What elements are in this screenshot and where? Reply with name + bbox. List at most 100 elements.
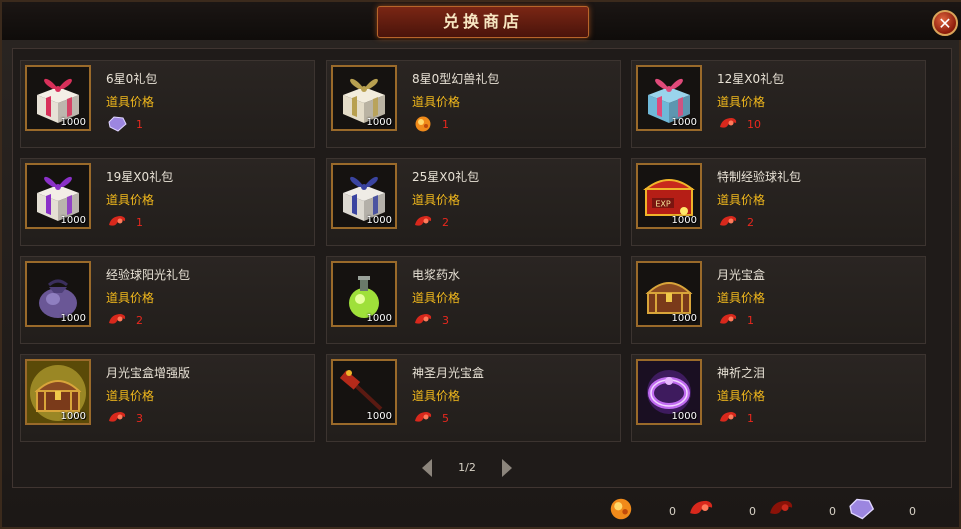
balance-value: 0 — [829, 505, 836, 518]
blue-pink-gift-box-icon[interactable]: 1000 — [636, 65, 702, 131]
item-quantity: 1000 — [366, 215, 392, 226]
item-quantity: 1000 — [671, 313, 697, 324]
currency-balances: 0 0 0 0 — [602, 496, 952, 526]
item-quantity: 1000 — [60, 215, 86, 226]
item-price: 1 — [747, 412, 754, 425]
item-name: 经验球阳光礼包 — [106, 268, 191, 282]
price-label: 道具价格 — [717, 95, 766, 109]
shop-item-card[interactable]: 1000 经验球阳光礼包 道具价格 2 — [20, 256, 315, 344]
red-claw-icon — [412, 213, 434, 231]
orange-gem-icon — [412, 115, 434, 133]
price-label: 道具价格 — [106, 389, 155, 403]
item-quantity: 1000 — [366, 313, 392, 324]
item-price: 1 — [136, 216, 143, 229]
glowing-chest-icon[interactable]: 1000 — [25, 359, 91, 425]
shop-window: 兑换商店 ✕ 1000 6星0礼包 道具价格 1 1000 8星0型幻兽礼包 道具价格 1 … — [0, 0, 961, 529]
red-claw-icon — [686, 496, 716, 524]
arrow-right-icon[interactable] — [500, 458, 514, 478]
shop-item-card[interactable]: 1000 月光宝盒道具价格 1 — [631, 256, 926, 344]
price-label: 道具价格 — [106, 95, 155, 109]
close-button[interactable]: ✕ — [932, 10, 958, 36]
item-name: 6星0礼包 — [106, 72, 158, 86]
treasure-chest-icon[interactable]: 1000 — [636, 261, 702, 327]
item-quantity: 1000 — [366, 117, 392, 128]
red-claw-icon — [106, 409, 128, 427]
item-price: 10 — [747, 118, 761, 131]
red-claw-icon — [717, 115, 739, 133]
balance-value: 0 — [669, 505, 676, 518]
green-potion-icon[interactable]: 1000 — [331, 261, 397, 327]
shop-item-card[interactable]: 1000 8星0型幻兽礼包 道具价格 1 — [326, 60, 621, 148]
item-quantity: 1000 — [671, 215, 697, 226]
red-claw-icon — [412, 409, 434, 427]
item-name: 神圣月光宝盒 — [412, 366, 485, 380]
price-label: 道具价格 — [412, 193, 461, 207]
item-quantity: 1000 — [671, 411, 697, 422]
pink-gift-box-icon[interactable]: 1000 — [25, 65, 91, 131]
item-price: 3 — [136, 412, 143, 425]
item-name: 神祈之泪 — [717, 366, 766, 380]
arrow-left-icon[interactable] — [420, 458, 434, 478]
item-name: 12星X0礼包 — [717, 72, 785, 86]
price-label: 道具价格 — [717, 193, 766, 207]
red-claw-dark-icon — [766, 496, 796, 524]
gold-gift-box-icon[interactable]: 1000 — [331, 65, 397, 131]
shop-item-card[interactable]: 1000 12星X0礼包 道具价格 10 — [631, 60, 926, 148]
item-quantity: 1000 — [671, 117, 697, 128]
price-label: 道具价格 — [412, 291, 461, 305]
price-label: 道具价格 — [106, 193, 155, 207]
shop-item-card[interactable]: 1000 19星X0礼包 道具价格 1 — [20, 158, 315, 246]
red-hammer-icon[interactable]: 1000 — [331, 359, 397, 425]
item-price: 1 — [747, 314, 754, 327]
item-price: 2 — [136, 314, 143, 327]
window-title: 兑换商店 — [377, 6, 589, 38]
shop-item-card[interactable]: 1000 神祈之泪道具价格 1 — [631, 354, 926, 442]
page-indicator: 1/2 — [458, 461, 476, 474]
purple-ring-icon[interactable]: 1000 — [636, 359, 702, 425]
shop-item-card[interactable]: EXP 1000 特制经验球礼包 道具价格 2 — [631, 158, 926, 246]
item-quantity: 1000 — [366, 411, 392, 422]
shop-item-card[interactable]: 1000 25星X0礼包 道具价格 2 — [326, 158, 621, 246]
svg-text:EXP: EXP — [655, 200, 671, 209]
red-claw-icon — [717, 311, 739, 329]
item-price: 1 — [136, 118, 143, 131]
red-claw-icon — [106, 213, 128, 231]
exp-chest-icon[interactable]: EXP 1000 — [636, 163, 702, 229]
orange-gem-icon — [606, 496, 636, 524]
title-bar: 兑换商店 ✕ — [2, 2, 961, 40]
purple-gem-icon — [846, 496, 876, 524]
pagination: 1/2 — [420, 458, 514, 480]
item-name: 25星X0礼包 — [412, 170, 480, 184]
item-name: 电浆药水 — [412, 268, 461, 282]
item-name: 特制经验球礼包 — [717, 170, 802, 184]
item-name: 月光宝盒增强版 — [106, 366, 191, 380]
balance-value: 0 — [749, 505, 756, 518]
item-price: 5 — [442, 412, 449, 425]
item-name: 月光宝盒 — [717, 268, 766, 282]
price-label: 道具价格 — [412, 389, 461, 403]
purple-pouch-icon[interactable]: 1000 — [25, 261, 91, 327]
red-claw-icon — [717, 213, 739, 231]
purple-gift-box-icon[interactable]: 1000 — [25, 163, 91, 229]
item-price: 2 — [442, 216, 449, 229]
shop-item-card[interactable]: 1000 月光宝盒增强版 道具价格 3 — [20, 354, 315, 442]
price-label: 道具价格 — [717, 389, 766, 403]
item-name: 8星0型幻兽礼包 — [412, 72, 500, 86]
navy-gift-box-icon[interactable]: 1000 — [331, 163, 397, 229]
price-label: 道具价格 — [106, 291, 155, 305]
shop-item-card[interactable]: 1000 电浆药水道具价格 3 — [326, 256, 621, 344]
item-quantity: 1000 — [60, 117, 86, 128]
item-quantity: 1000 — [60, 411, 86, 422]
item-grid: 1000 6星0礼包 道具价格 1 1000 8星0型幻兽礼包 道具价格 1 1000 12星… — [12, 48, 952, 488]
item-name: 19星X0礼包 — [106, 170, 174, 184]
item-price: 2 — [747, 216, 754, 229]
purple-gem-icon — [106, 115, 128, 133]
red-claw-icon — [717, 409, 739, 427]
balance-value: 0 — [909, 505, 916, 518]
shop-item-card[interactable]: 1000 神圣月光宝盒 道具价格 5 — [326, 354, 621, 442]
item-price: 3 — [442, 314, 449, 327]
price-label: 道具价格 — [412, 95, 461, 109]
shop-item-card[interactable]: 1000 6星0礼包道具价格 1 — [20, 60, 315, 148]
price-label: 道具价格 — [717, 291, 766, 305]
item-quantity: 1000 — [60, 313, 86, 324]
